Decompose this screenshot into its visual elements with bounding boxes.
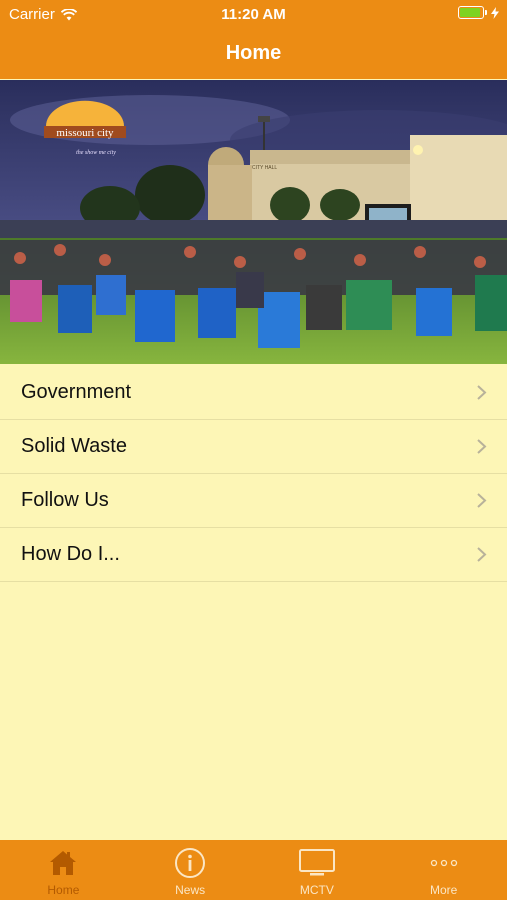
logo-tagline: the show me city (76, 150, 116, 156)
status-bar: Carrier 11:20 AM (0, 0, 507, 28)
navigation-bar: Home (0, 28, 507, 79)
menu-item-label: Solid Waste (21, 435, 127, 457)
menu-list: Government Solid Waste Follow Us How Do … (0, 366, 507, 582)
charging-bolt-icon (491, 6, 499, 19)
status-time: 11:20 AM (221, 6, 286, 23)
menu-item-label: Government (21, 381, 132, 403)
menu-item-government[interactable]: Government (0, 366, 507, 420)
tab-label: News (175, 883, 206, 897)
tab-label: Home (47, 883, 80, 897)
tab-more[interactable]: More (380, 840, 507, 900)
menu-item-how-do-i[interactable]: How Do I... (0, 528, 507, 582)
battery-level (460, 8, 481, 17)
hero-photo: CITY HALL missouri city the show me city (0, 80, 507, 364)
tab-home[interactable]: Home (0, 840, 127, 900)
tab-mctv[interactable]: MCTV (254, 840, 381, 900)
page-title: Home (225, 42, 282, 64)
tv-icon (298, 849, 335, 876)
menu-item-label: How Do I... (21, 543, 120, 565)
tab-label: MCTV (299, 883, 334, 897)
chevron-right-icon (477, 385, 487, 400)
house-icon (50, 851, 77, 875)
menu-item-label: Follow Us (21, 489, 109, 511)
battery-icon (458, 6, 487, 19)
menu-item-solid-waste[interactable]: Solid Waste (0, 420, 507, 474)
tab-bar: Home News MCTV More (0, 840, 507, 900)
tab-label: More (429, 883, 458, 897)
hero-image: CITY HALL missouri city the show me city (0, 80, 507, 364)
tab-news[interactable]: News (127, 840, 254, 900)
chevron-right-icon (477, 547, 487, 562)
chevron-right-icon (477, 439, 487, 454)
info-icon (175, 848, 206, 878)
more-dots-icon (430, 859, 457, 867)
building-sign-text: CITY HALL (252, 165, 277, 171)
chevron-right-icon (477, 493, 487, 508)
logo-text: missouri city (56, 127, 114, 139)
menu-item-follow-us[interactable]: Follow Us (0, 474, 507, 528)
